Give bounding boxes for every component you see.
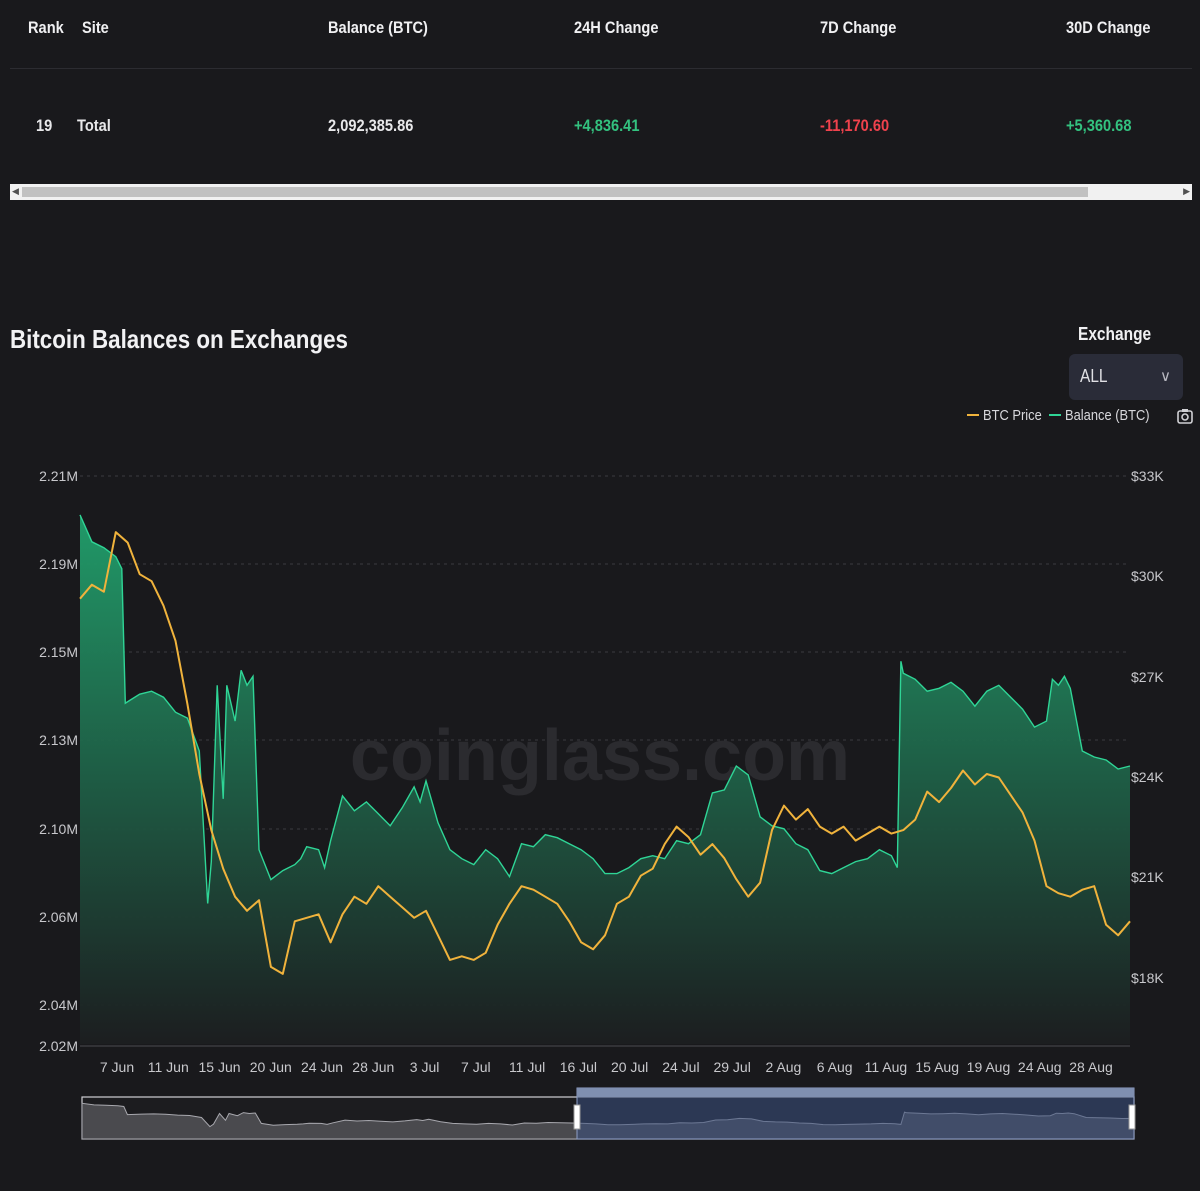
- y-right-tick-label: $18K: [1131, 970, 1164, 986]
- x-tick-label: 29 Jul: [713, 1059, 750, 1075]
- legend-swatch-btc-price: [967, 414, 979, 417]
- cell-site: Total: [77, 116, 111, 135]
- exchange-label: Exchange: [1078, 324, 1152, 344]
- x-tick-label: 6 Aug: [817, 1059, 853, 1075]
- navigator-scroll-handle[interactable]: [577, 1088, 1134, 1097]
- exchange-select-value: ALL: [1080, 366, 1108, 386]
- scroll-right-arrow-icon[interactable]: ▶: [1183, 186, 1190, 197]
- x-axis: 7 Jun 11 Jun 15 Jun 20 Jun 24 Jun 28 Jun 3 Jul…: [80, 1045, 1130, 1075]
- x-tick-label: 7 Jun: [100, 1059, 134, 1075]
- x-tick-label: 7 Jul: [461, 1059, 491, 1075]
- range-navigator[interactable]: [81, 1087, 1136, 1140]
- y-left-tick-label: 2.06M: [39, 909, 78, 925]
- x-tick-label: 20 Jul: [611, 1059, 648, 1075]
- chevron-down-icon: ∨: [1160, 368, 1171, 385]
- legend-label-btc-price: BTC Price: [983, 407, 1042, 424]
- x-tick-label: 16 Jul: [560, 1059, 597, 1075]
- y-left-tick-label: 2.02M: [39, 1038, 78, 1054]
- legend-item-balance[interactable]: Balance (BTC): [1049, 407, 1163, 427]
- y-axis-right: $33K $30K $27K $24K $21K $18K: [1131, 468, 1164, 986]
- balance-chart[interactable]: coinglass.com 2.21M2.19M2.15M2.13M2.10M2…: [0, 440, 1200, 1191]
- y-left-tick-label: 2.13M: [39, 732, 78, 748]
- x-tick-label: 24 Jun: [301, 1059, 343, 1075]
- x-tick-label: 20 Jun: [250, 1059, 292, 1075]
- scroll-left-arrow-icon[interactable]: ◀: [12, 186, 19, 197]
- scrollbar-thumb[interactable]: [22, 187, 1088, 197]
- x-tick-label: 28 Aug: [1069, 1059, 1113, 1075]
- x-tick-label: 24 Aug: [1018, 1059, 1062, 1075]
- x-tick-label: 2 Aug: [766, 1059, 802, 1075]
- x-tick-label: 19 Aug: [967, 1059, 1011, 1075]
- x-tick-label: 11 Aug: [865, 1059, 908, 1075]
- x-tick-label: 11 Jun: [148, 1059, 189, 1075]
- y-right-tick-label: $33K: [1131, 468, 1164, 484]
- y-left-tick-label: 2.10M: [39, 821, 78, 837]
- legend-label-balance: Balance (BTC): [1065, 407, 1150, 424]
- x-tick-label: 11 Jul: [509, 1059, 545, 1075]
- cell-24h-change: +4,836.41: [574, 116, 640, 135]
- chart-title: Bitcoin Balances on Exchanges: [10, 324, 348, 354]
- x-tick-label: 3 Jul: [410, 1059, 440, 1075]
- x-tick-label: 15 Jun: [199, 1059, 241, 1075]
- y-right-tick-label: $30K: [1131, 568, 1164, 584]
- cell-rank: 19: [36, 116, 53, 135]
- legend-item-btc-price[interactable]: BTC Price: [967, 407, 1051, 427]
- x-tick-label: 28 Jun: [352, 1059, 394, 1075]
- legend-swatch-balance: [1049, 414, 1061, 417]
- y-left-tick-label: 2.04M: [39, 997, 78, 1013]
- exchange-select[interactable]: ALL ∨: [1069, 354, 1183, 400]
- y-left-tick-label: 2.19M: [39, 556, 78, 572]
- cell-7d-change: -11,170.60: [820, 116, 890, 135]
- y-right-tick-label: $27K: [1131, 669, 1164, 685]
- y-right-tick-label: $24K: [1131, 769, 1164, 785]
- x-tick-label: 24 Jul: [662, 1059, 699, 1075]
- y-left-tick-label: 2.21M: [39, 468, 78, 484]
- table-row-total: 19 Total 2,092,385.86 +4,836.41 -11,170.…: [10, 0, 1192, 180]
- x-tick-label: 15 Aug: [915, 1059, 959, 1075]
- navigator-drag-handle[interactable]: [573, 1104, 581, 1130]
- cell-30d-change: +5,360.68: [1066, 116, 1132, 135]
- horizontal-scrollbar[interactable]: ◀ ▶: [10, 184, 1192, 200]
- y-axis-left: 2.21M 2.19M 2.15M 2.13M 2.10M 2.06M 2.04M 2.02M: [39, 468, 78, 1054]
- y-left-tick-label: 2.15M: [39, 644, 78, 660]
- cell-balance: 2,092,385.86: [328, 116, 414, 135]
- navigator-drag-handle[interactable]: [1128, 1104, 1136, 1130]
- y-right-tick-label: $21K: [1131, 869, 1164, 885]
- camera-icon[interactable]: [1176, 407, 1194, 425]
